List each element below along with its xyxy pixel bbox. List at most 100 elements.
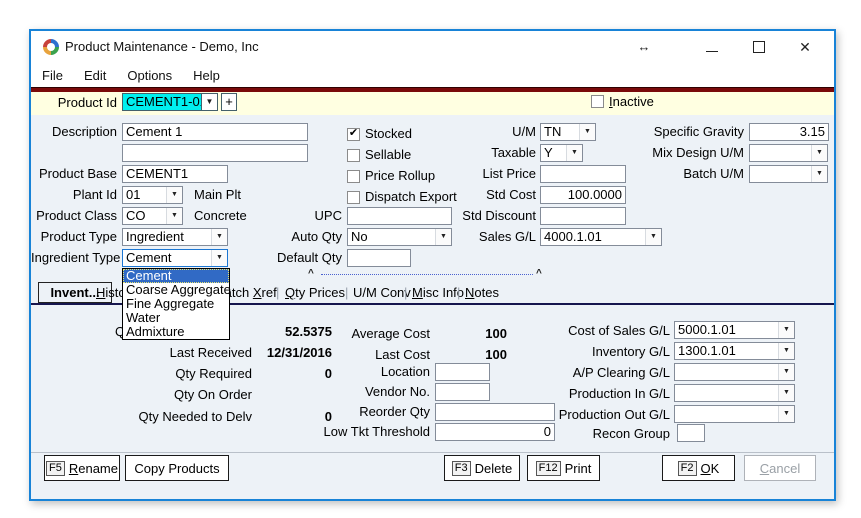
cancel-button[interactable]: Cancel — [744, 455, 816, 481]
chevron-down-icon[interactable]: ▼ — [811, 145, 827, 161]
taxable-select[interactable]: Y ▼ — [540, 144, 583, 162]
chevron-down-icon[interactable]: ▼ — [211, 250, 227, 266]
production-in-gl-select[interactable]: ▼ — [674, 384, 795, 402]
product-type-select[interactable]: Ingredient ▼ — [122, 228, 228, 246]
menu-bar: File Edit Options Help — [31, 63, 834, 87]
reorder-qty-label: Reorder Qty — [311, 403, 430, 421]
stocked-checkbox[interactable]: ✔ — [347, 128, 360, 141]
chevron-down-icon[interactable]: ▼ — [166, 187, 182, 203]
dropdown-option-fine-aggregate[interactable]: Fine Aggregate — [123, 297, 229, 311]
chevron-down-icon[interactable]: ▼ — [201, 94, 217, 110]
location-label: Location — [311, 363, 430, 381]
caret-up-icon[interactable]: ^ — [536, 269, 542, 279]
tab-separator: | — [345, 283, 348, 303]
maximize-button[interactable] — [744, 37, 774, 57]
product-base-input[interactable]: CEMENT1 — [122, 165, 228, 183]
chevron-down-icon[interactable]: ▼ — [778, 385, 794, 401]
dropdown-option-coarse-aggregate[interactable]: Coarse Aggregate — [123, 283, 229, 297]
f2-keycap: F2 — [678, 461, 697, 476]
specific-gravity-label: Specific Gravity — [621, 123, 744, 141]
std-cost-input[interactable]: 100.0000 — [540, 186, 626, 204]
title-bar: Product Maintenance - Demo, Inc ↔ ✕ — [31, 31, 834, 63]
upc-label: UPC — [261, 207, 342, 225]
chevron-down-icon[interactable]: ▼ — [166, 208, 182, 224]
auto-qty-select[interactable]: No ▼ — [347, 228, 452, 246]
chevron-down-icon[interactable]: ▼ — [566, 145, 582, 161]
resize-icon[interactable]: ↔ — [629, 37, 659, 57]
last-received-label: Last Received — [81, 344, 252, 362]
dropdown-option-cement[interactable]: Cement — [123, 269, 229, 283]
minimize-button[interactable] — [697, 37, 727, 57]
tab-notes[interactable]: Notes — [465, 283, 499, 303]
product-id-value: CEMENT1-01 — [123, 94, 201, 110]
rename-button[interactable]: F5 Rename — [44, 455, 120, 481]
caret-up-icon[interactable]: ^ — [308, 269, 314, 279]
default-qty-input[interactable] — [347, 249, 411, 267]
chevron-down-icon[interactable]: ▼ — [579, 124, 595, 140]
chevron-down-icon[interactable]: ▼ — [435, 229, 451, 245]
maximize-icon — [753, 41, 765, 53]
copy-products-button[interactable]: Copy Products — [125, 455, 229, 481]
batch-um-select[interactable]: ▼ — [749, 165, 828, 183]
location-input[interactable] — [435, 363, 490, 381]
window-title: Product Maintenance - Demo, Inc — [65, 31, 259, 63]
menu-help[interactable]: Help — [193, 68, 231, 83]
average-cost-value: 100 — [411, 325, 507, 343]
menu-edit[interactable]: Edit — [84, 68, 117, 83]
chevron-down-icon[interactable]: ▼ — [778, 406, 794, 422]
description2-input[interactable] — [122, 144, 308, 162]
close-button[interactable]: ✕ — [790, 37, 820, 57]
cost-of-sales-gl-select[interactable]: 5000.1.01 ▼ — [674, 321, 795, 339]
vendor-no-input[interactable] — [435, 383, 490, 401]
dispatch-export-label: Dispatch Export — [365, 189, 457, 205]
specific-gravity-input[interactable]: 3.15 — [749, 123, 829, 141]
std-cost-label: Std Cost — [451, 186, 536, 204]
std-discount-input[interactable] — [540, 207, 626, 225]
description-input[interactable]: Cement 1 — [122, 123, 308, 141]
um-label: U/M — [451, 123, 536, 141]
inactive-checkbox[interactable] — [591, 95, 604, 108]
chevron-down-icon[interactable]: ▼ — [778, 364, 794, 380]
add-product-button[interactable]: + — [221, 93, 237, 111]
um-select[interactable]: TN ▼ — [540, 123, 596, 141]
price-rollup-checkbox[interactable] — [347, 170, 360, 183]
plant-id-select[interactable]: 01 ▼ — [122, 186, 183, 204]
product-class-select[interactable]: CO ▼ — [122, 207, 183, 225]
recon-group-input[interactable] — [677, 424, 705, 442]
dropdown-option-water[interactable]: Water — [123, 311, 229, 325]
ingredient-type-select[interactable]: Cement ▼ — [122, 249, 228, 267]
tab-um-conv[interactable]: U/M Conv — [353, 283, 411, 303]
vendor-no-label: Vendor No. — [311, 383, 430, 401]
dropdown-option-admixture[interactable]: Admixture — [123, 325, 229, 339]
upc-input[interactable] — [347, 207, 452, 225]
chevron-down-icon[interactable]: ▼ — [645, 229, 661, 245]
mix-design-um-label: Mix Design U/M — [621, 144, 744, 162]
list-price-label: List Price — [451, 165, 536, 183]
chevron-down-icon[interactable]: ▼ — [811, 166, 827, 182]
f3-keycap: F3 — [452, 461, 471, 476]
chevron-down-icon[interactable]: ▼ — [778, 322, 794, 338]
tab-separator: | — [404, 283, 407, 303]
dispatch-export-checkbox[interactable] — [347, 191, 360, 204]
tab-qty-prices[interactable]: Qty Prices — [285, 283, 345, 303]
mix-design-um-select[interactable]: ▼ — [749, 144, 828, 162]
inventory-gl-select[interactable]: 1300.1.01 ▼ — [674, 342, 795, 360]
menu-file[interactable]: File — [42, 68, 74, 83]
f5-keycap: F5 — [46, 461, 65, 476]
print-button[interactable]: F12 Print — [527, 455, 600, 481]
list-price-input[interactable] — [540, 165, 626, 183]
ap-clearing-gl-select[interactable]: ▼ — [674, 363, 795, 381]
sales-gl-select[interactable]: 4000.1.01 ▼ — [540, 228, 662, 246]
splitter-handle[interactable] — [321, 274, 533, 275]
ingredient-type-label: Ingredient Type — [31, 249, 117, 267]
production-out-gl-select[interactable]: ▼ — [674, 405, 795, 423]
menu-options[interactable]: Options — [127, 68, 183, 83]
ok-button[interactable]: F2 OK — [662, 455, 735, 481]
app-swirl-icon — [43, 39, 59, 55]
delete-button[interactable]: F3 Delete — [444, 455, 520, 481]
button-row-divider — [31, 452, 834, 453]
chevron-down-icon[interactable]: ▼ — [778, 343, 794, 359]
chevron-down-icon[interactable]: ▼ — [211, 229, 227, 245]
sellable-checkbox[interactable] — [347, 149, 360, 162]
product-id-select[interactable]: CEMENT1-01 ▼ — [122, 93, 218, 111]
